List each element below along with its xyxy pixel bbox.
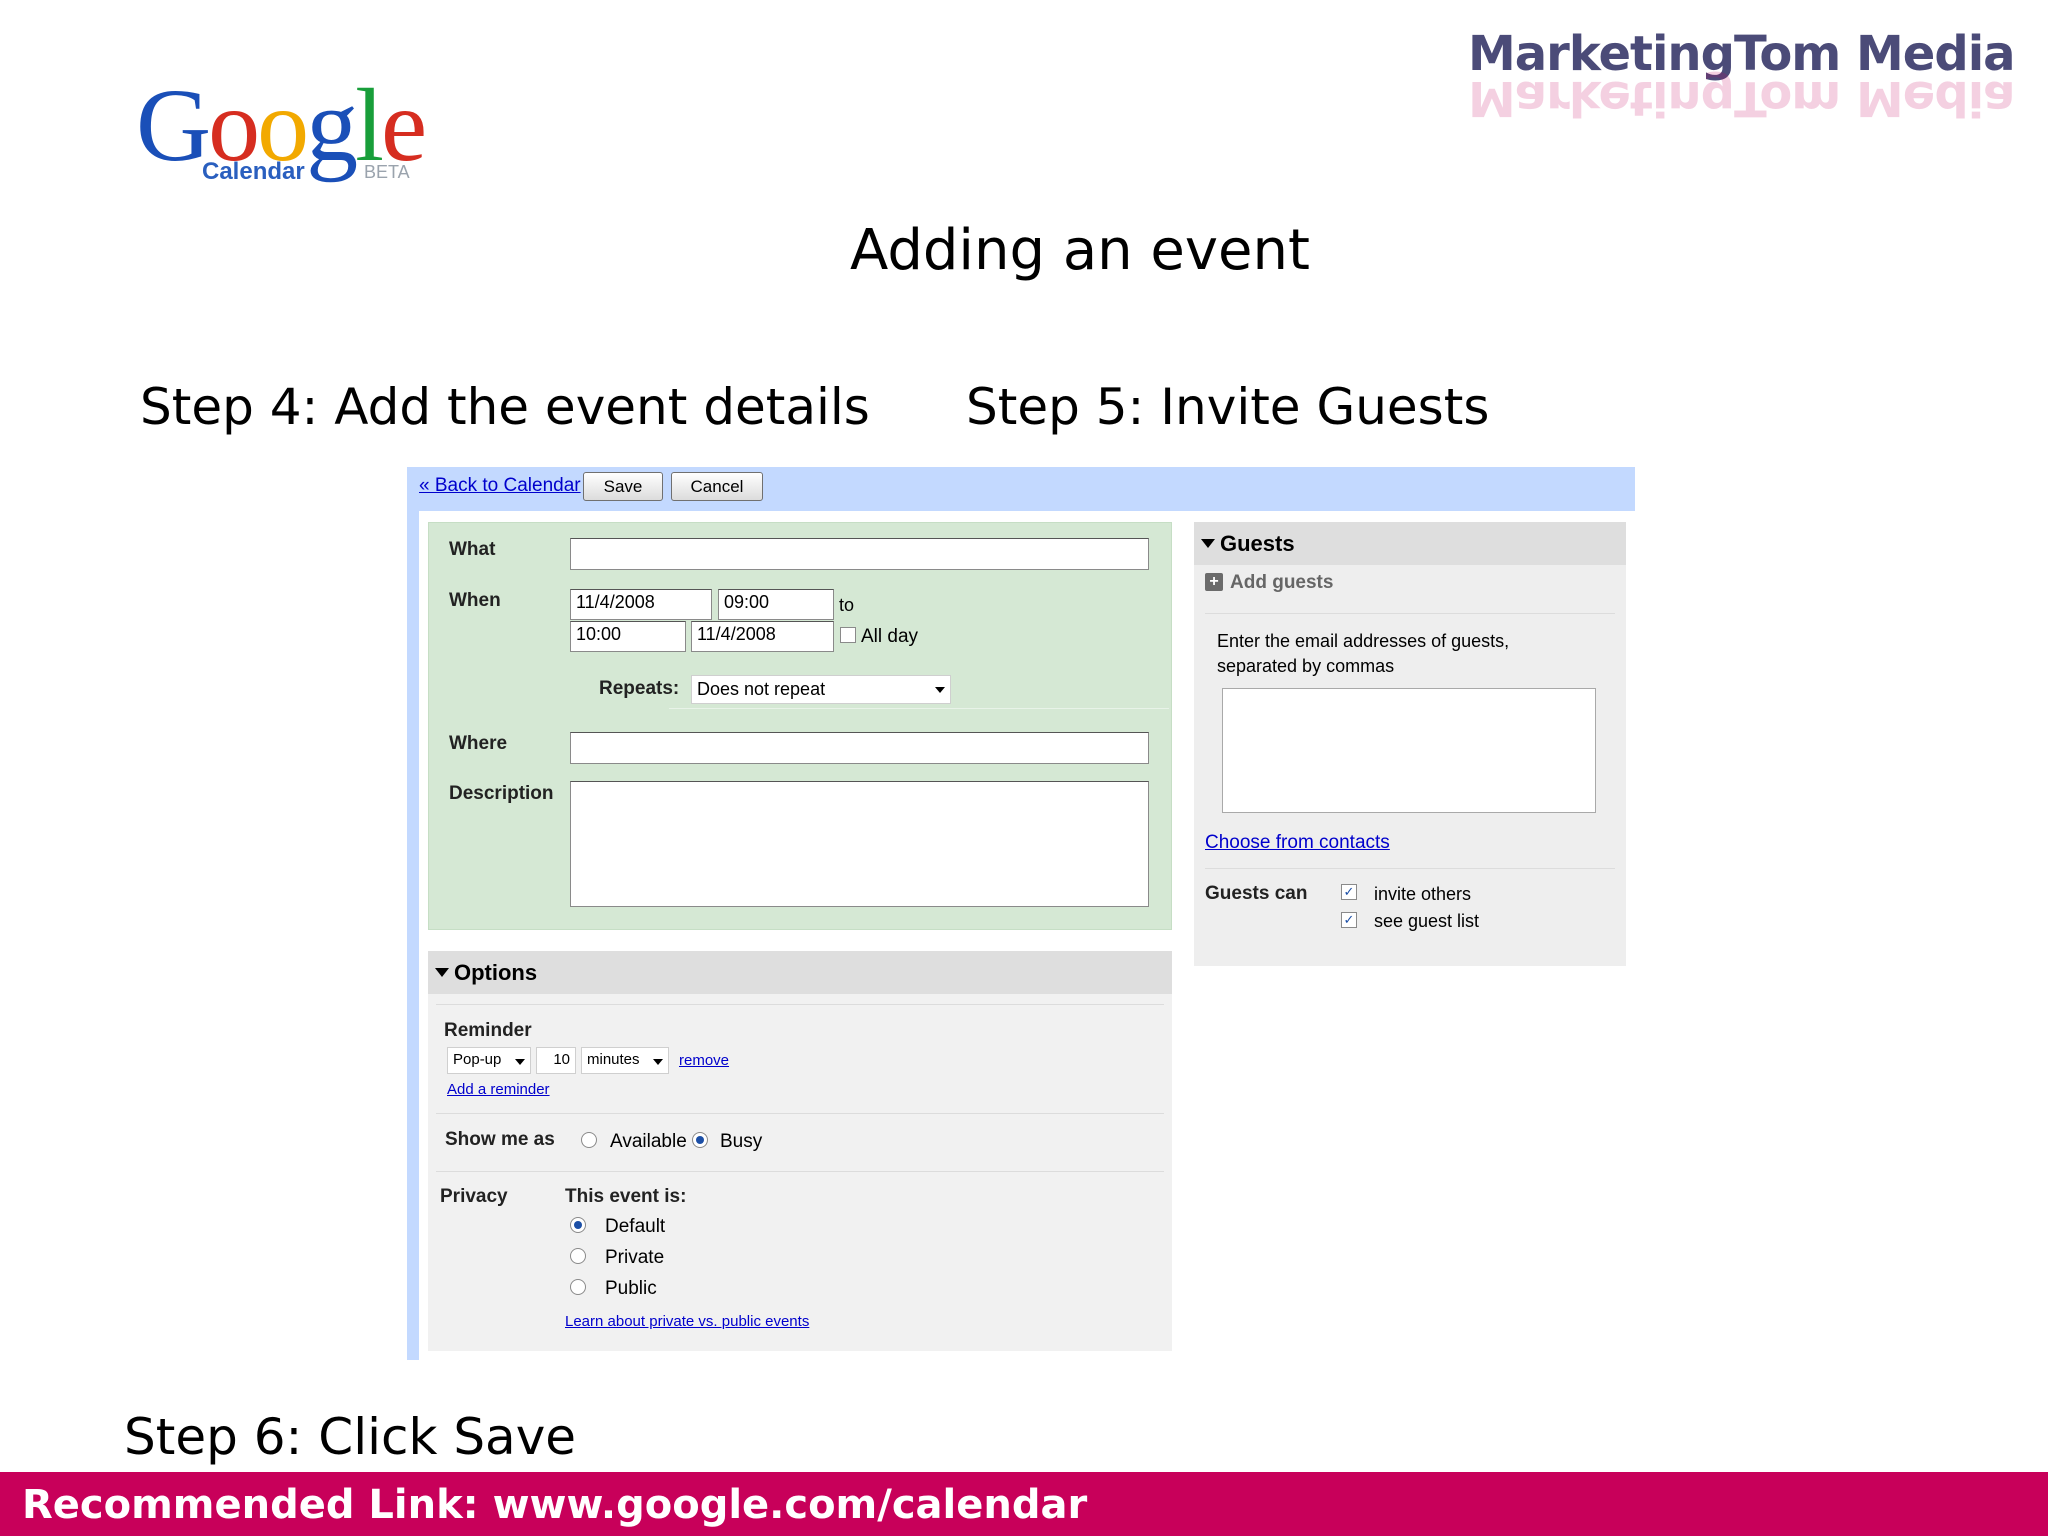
privacy-public-radio[interactable] xyxy=(570,1279,586,1295)
end-time-input[interactable]: 10:00 xyxy=(570,621,686,652)
reminder-type-value: Pop-up xyxy=(453,1051,502,1068)
event-details-panel: What When 11/4/2008 09:00 to 10:00 11/4/… xyxy=(428,522,1172,930)
guest-instructions-line-1: Enter the email addresses of guests, xyxy=(1217,631,1510,651)
guests-can-label: Guests can xyxy=(1205,883,1308,904)
privacy-heading: This event is: xyxy=(565,1186,687,1207)
reminder-label: Reminder xyxy=(444,1020,532,1041)
divider xyxy=(1205,868,1615,869)
save-button[interactable]: Save xyxy=(583,472,663,501)
left-frame-bar xyxy=(407,467,419,1360)
see-guest-list-checkbox[interactable]: ✓ xyxy=(1341,912,1357,928)
cancel-button[interactable]: Cancel xyxy=(671,472,763,501)
guests-panel: Guests + Add guests Enter the email addr… xyxy=(1194,522,1626,966)
chevron-down-icon xyxy=(515,1059,525,1065)
guests-title: Guests xyxy=(1220,531,1295,556)
description-label: Description xyxy=(449,783,554,804)
brand-reflection: MarketingTom Media xyxy=(1468,70,2015,126)
divider xyxy=(1205,613,1615,614)
invite-others-label: invite others xyxy=(1374,884,1472,904)
add-guests-label[interactable]: Add guests xyxy=(1230,572,1333,594)
reminder-unit-value: minutes xyxy=(587,1051,640,1068)
privacy-default-radio[interactable] xyxy=(570,1217,586,1233)
where-label: Where xyxy=(449,733,508,754)
step-5-caption: Step 5: Invite Guests xyxy=(966,378,1490,436)
what-input[interactable] xyxy=(570,538,1149,570)
back-to-calendar-link[interactable]: « Back to Calendar xyxy=(419,475,581,497)
toolbar: « Back to Calendar Save Cancel xyxy=(407,467,1635,511)
privacy-private-radio[interactable] xyxy=(570,1248,586,1264)
divider xyxy=(436,1171,1164,1172)
start-time-input[interactable]: 09:00 xyxy=(718,589,834,620)
repeats-select[interactable]: Does not repeat xyxy=(691,675,951,704)
learn-privacy-link[interactable]: Learn about private vs. public events xyxy=(565,1313,809,1330)
repeats-label: Repeats: xyxy=(599,678,680,699)
google-logo-calendar-text: Calendar xyxy=(202,158,305,185)
to-label: to xyxy=(839,595,855,615)
show-me-as-label: Show me as xyxy=(445,1129,555,1150)
what-label: What xyxy=(449,539,496,560)
guests-header[interactable]: Guests xyxy=(1194,522,1626,565)
busy-radio[interactable] xyxy=(692,1132,708,1148)
reminder-type-select[interactable]: Pop-up xyxy=(447,1047,531,1074)
when-label: When xyxy=(449,590,501,611)
privacy-label: Privacy xyxy=(440,1186,508,1207)
chevron-down-icon xyxy=(653,1059,663,1065)
event-edit-screenshot: « Back to Calendar Save Cancel What When… xyxy=(407,467,1635,1360)
privacy-public-label: Public xyxy=(605,1278,657,1299)
chevron-down-icon xyxy=(935,687,945,693)
divider xyxy=(436,1004,1164,1005)
collapse-triangle-icon xyxy=(435,968,449,977)
divider xyxy=(436,1113,1164,1114)
where-input[interactable] xyxy=(570,732,1149,764)
remove-reminder-link[interactable]: remove xyxy=(679,1052,729,1069)
privacy-default-label: Default xyxy=(605,1216,666,1237)
add-icon[interactable]: + xyxy=(1205,573,1223,591)
all-day-checkbox[interactable] xyxy=(840,627,856,643)
available-radio[interactable] xyxy=(581,1132,597,1148)
guest-instructions-line-2: separated by commas xyxy=(1217,656,1395,676)
collapse-triangle-icon xyxy=(1201,539,1215,548)
choose-from-contacts-link[interactable]: Choose from contacts xyxy=(1205,832,1390,854)
options-title: Options xyxy=(454,960,538,985)
google-logo-beta-text: BETA xyxy=(364,162,410,182)
step-4-caption: Step 4: Add the event details xyxy=(140,378,870,436)
step-6-caption: Step 6: Click Save xyxy=(124,1408,577,1466)
reminder-amount-input[interactable]: 10 xyxy=(536,1047,576,1074)
all-day-label: All day xyxy=(861,626,919,647)
busy-label: Busy xyxy=(720,1131,763,1152)
footer-banner: Recommended Link: www.google.com/calenda… xyxy=(0,1472,2048,1536)
privacy-private-label: Private xyxy=(605,1247,665,1268)
options-header[interactable]: Options xyxy=(428,951,1172,994)
reminder-unit-select[interactable]: minutes xyxy=(581,1047,669,1074)
marketingtom-media-logo: MarketingTom Media MarketingTom Media xyxy=(1468,26,2016,126)
options-panel: Options Reminder Pop-up 10 minutes remov… xyxy=(428,951,1172,1351)
add-reminder-link[interactable]: Add a reminder xyxy=(447,1081,550,1098)
divider xyxy=(669,708,1169,709)
repeats-selected-value: Does not repeat xyxy=(697,679,826,699)
start-date-input[interactable]: 11/4/2008 xyxy=(570,589,712,620)
slide-title: Adding an event xyxy=(850,218,1310,283)
end-date-input[interactable]: 11/4/2008 xyxy=(691,621,834,652)
guest-emails-textarea[interactable] xyxy=(1222,688,1596,813)
available-label: Available xyxy=(610,1131,687,1152)
description-textarea[interactable] xyxy=(570,781,1149,907)
google-calendar-logo: Google Calendar BETA xyxy=(136,74,446,194)
invite-others-checkbox[interactable]: ✓ xyxy=(1341,884,1357,900)
see-guest-list-label: see guest list xyxy=(1374,911,1480,931)
